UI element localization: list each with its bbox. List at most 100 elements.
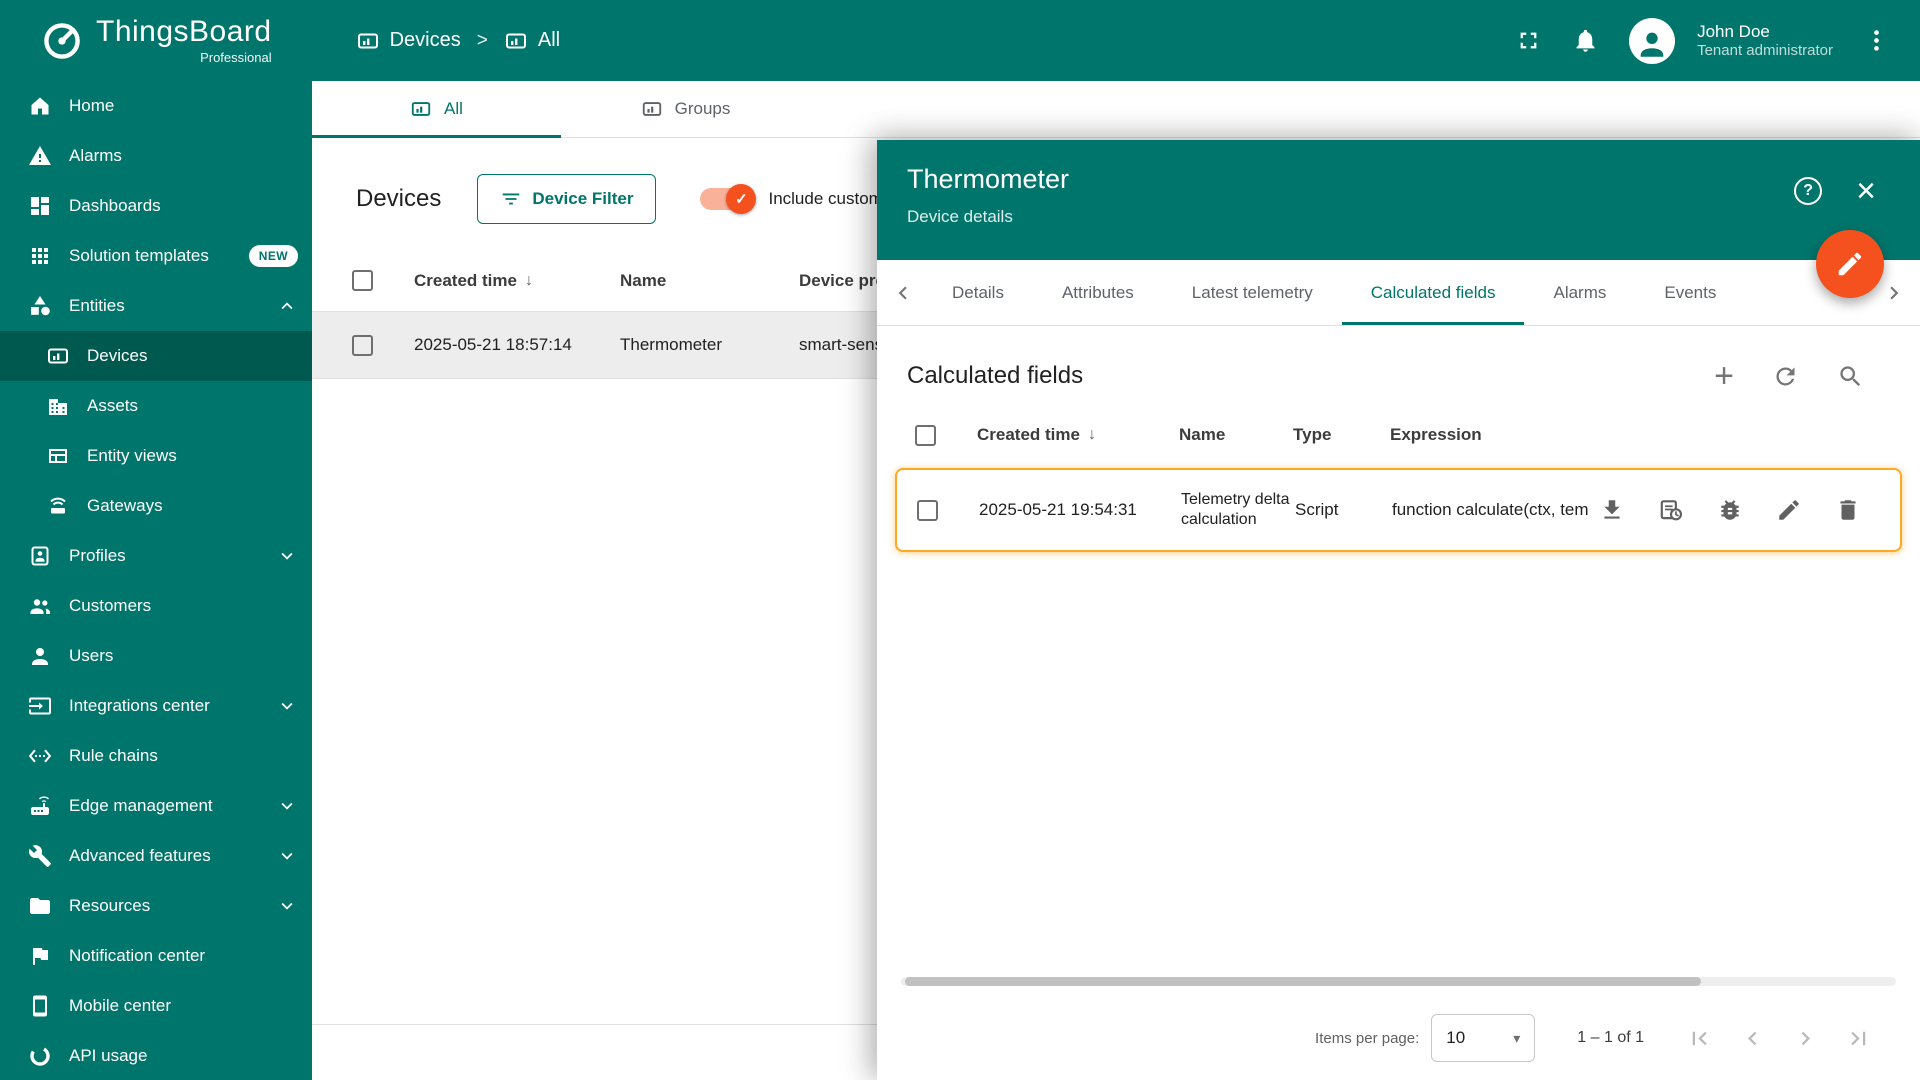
sidebar-item-home[interactable]: Home	[0, 81, 312, 131]
user-role: Tenant administrator	[1697, 41, 1833, 59]
sidebar-item-devices[interactable]: Devices	[0, 331, 312, 381]
select-all-checkbox[interactable]	[352, 270, 373, 291]
sidebar-item-edge-management[interactable]: Edge management	[0, 781, 312, 831]
tab-latest-telemetry[interactable]: Latest telemetry	[1163, 260, 1342, 325]
column-created-time[interactable]: Created time ↓	[414, 271, 620, 291]
integrations-icon	[28, 694, 52, 718]
avatar[interactable]	[1629, 17, 1676, 64]
sidebar-item-customers[interactable]: Customers	[0, 581, 312, 631]
previous-page-icon[interactable]	[1739, 1025, 1766, 1052]
close-icon[interactable]: ×	[1856, 174, 1876, 208]
column-name[interactable]: Name	[1179, 425, 1293, 445]
items-per-page-label: Items per page:	[1315, 1029, 1420, 1047]
sidebar-item-mobile-center[interactable]: Mobile center	[0, 981, 312, 1031]
sidebar-item-advanced-features[interactable]: Advanced features	[0, 831, 312, 881]
add-calculated-field-button[interactable]: +	[1714, 359, 1734, 393]
more-vert-icon[interactable]	[1863, 27, 1890, 54]
horizontal-scrollbar-thumb[interactable]	[905, 977, 1701, 986]
sidebar-item-assets[interactable]: Assets	[0, 381, 312, 431]
next-page-icon[interactable]	[1792, 1025, 1819, 1052]
device-details-panel: Thermometer Device details ? × Details A…	[877, 140, 1920, 1080]
mobile-icon	[28, 994, 52, 1018]
tab-details[interactable]: Details	[923, 260, 1033, 325]
home-icon	[28, 94, 52, 118]
sidebar-item-integrations-center[interactable]: Integrations center	[0, 681, 312, 731]
sidebar-item-rule-chains[interactable]: Rule chains	[0, 731, 312, 781]
tab-calculated-fields[interactable]: Calculated fields	[1341, 260, 1525, 325]
edit-fab-button[interactable]	[1816, 230, 1884, 298]
sidebar-item-gateways[interactable]: Gateways	[0, 481, 312, 531]
logo-gauge-icon	[40, 19, 84, 63]
breadcrumb-all[interactable]: All	[504, 29, 560, 53]
column-name[interactable]: Name	[620, 271, 799, 291]
chevron-down-icon	[276, 845, 298, 867]
search-icon[interactable]	[1837, 363, 1864, 390]
panel-title: Thermometer	[907, 164, 1070, 194]
sidebar-item-api-usage[interactable]: API usage	[0, 1031, 312, 1080]
entity-views-icon	[46, 444, 70, 468]
column-type[interactable]: Type	[1293, 425, 1390, 445]
breadcrumb-devices[interactable]: Devices	[356, 29, 461, 53]
folder-icon	[28, 894, 52, 918]
debug-bug-icon[interactable]	[1717, 497, 1743, 523]
devices-title: Devices	[356, 185, 442, 212]
debug-events-icon[interactable]	[1658, 497, 1684, 523]
app-logo[interactable]: ThingsBoard Professional	[40, 14, 272, 65]
toggle-label: Include custome	[768, 189, 893, 208]
rule-chains-icon	[28, 744, 52, 768]
last-page-icon[interactable]	[1845, 1025, 1872, 1052]
sidebar-item-profiles[interactable]: Profiles	[0, 531, 312, 581]
delete-trash-icon[interactable]	[1835, 497, 1861, 523]
page-size-select[interactable]: 10 ▾	[1431, 1014, 1536, 1062]
logo-subtitle: Professional	[200, 49, 272, 65]
row-checkbox[interactable]	[917, 499, 938, 521]
sidebar-item-alarms[interactable]: Alarms	[0, 131, 312, 181]
column-created-time[interactable]: Created time ↓	[977, 425, 1179, 445]
tab-all[interactable]: All	[312, 81, 561, 138]
sidebar-item-notification-center[interactable]: Notification center	[0, 931, 312, 981]
api-usage-icon	[28, 1044, 52, 1068]
devices-icon	[410, 98, 432, 120]
refresh-icon[interactable]	[1772, 363, 1799, 390]
column-expression[interactable]: Expression	[1390, 425, 1595, 445]
filter-icon	[500, 188, 522, 210]
device-filter-button[interactable]: Device Filter	[477, 174, 657, 224]
tab-events[interactable]: Events	[1635, 260, 1745, 325]
sidebar-item-solution-templates[interactable]: Solution templates NEW	[0, 231, 312, 281]
section-title: Calculated fields	[907, 362, 1084, 389]
tab-groups[interactable]: Groups	[561, 81, 810, 137]
fullscreen-icon[interactable]	[1515, 27, 1542, 54]
tab-alarms[interactable]: Alarms	[1524, 260, 1635, 325]
paginator: Items per page: 10 ▾ 1 – 1 of 1	[877, 996, 1920, 1080]
sidebar-item-dashboards[interactable]: Dashboards	[0, 181, 312, 231]
sidebar-item-entities[interactable]: Entities	[0, 281, 312, 331]
cell-name: Thermometer	[620, 335, 723, 354]
calculated-field-row[interactable]: 2025-05-21 19:54:31 Telemetry delta calc…	[895, 468, 1902, 552]
apps-icon	[28, 244, 52, 268]
horizontal-scrollbar	[901, 977, 1896, 986]
tab-attributes[interactable]: Attributes	[1033, 260, 1163, 325]
chevron-down-icon	[276, 795, 298, 817]
sidebar-item-entity-views[interactable]: Entity views	[0, 431, 312, 481]
sidebar-item-resources[interactable]: Resources	[0, 881, 312, 931]
export-download-icon[interactable]	[1599, 497, 1625, 523]
user-name: John Doe	[1697, 21, 1770, 41]
notifications-bell-icon[interactable]	[1572, 27, 1599, 54]
devices-icon	[46, 344, 70, 368]
help-button[interactable]: ?	[1794, 177, 1823, 205]
new-badge: NEW	[248, 245, 298, 267]
select-all-checkbox[interactable]	[915, 424, 936, 446]
include-customer-entities-toggle[interactable]: ✓	[700, 184, 757, 214]
dashboards-icon	[28, 194, 52, 218]
user-info: John Doe Tenant administrator	[1697, 21, 1833, 61]
logo-title: ThingsBoard	[96, 14, 272, 48]
edit-pencil-icon[interactable]	[1776, 497, 1802, 523]
row-checkbox[interactable]	[352, 334, 373, 356]
entity-group-tabs: All Groups	[312, 81, 1920, 138]
tabs-scroll-left-icon[interactable]	[883, 260, 923, 325]
sidebar-item-users[interactable]: Users	[0, 631, 312, 681]
first-page-icon[interactable]	[1686, 1025, 1713, 1052]
entities-icon	[28, 294, 52, 318]
cell-expression: function calculate(ctx, tem	[1392, 500, 1589, 519]
cell-type: Script	[1295, 500, 1339, 519]
